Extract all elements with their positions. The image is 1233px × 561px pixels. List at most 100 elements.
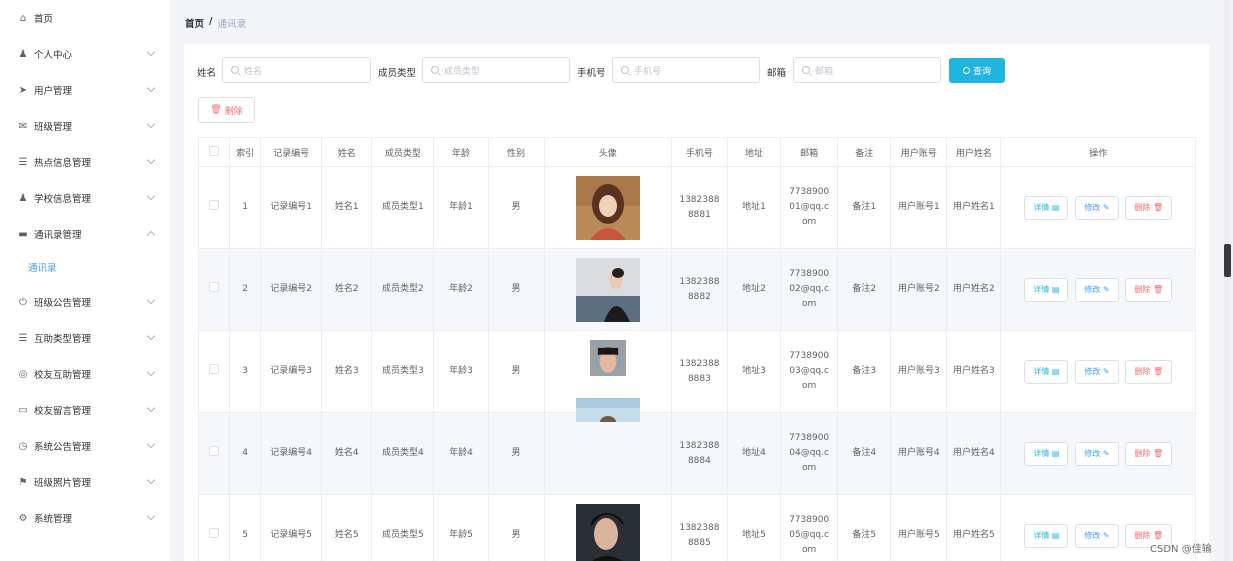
row-select-cell[interactable] bbox=[197, 248, 231, 331]
select-all-cell[interactable] bbox=[197, 137, 231, 167]
chevron-down-icon bbox=[146, 295, 156, 305]
index-cell: 3 bbox=[229, 330, 262, 413]
batch-delete-label: 删除 bbox=[224, 106, 243, 117]
detail-button[interactable]: 详情 ▤ bbox=[1024, 195, 1069, 220]
sidebar-item-hot-info[interactable]: ☰ 热点信息管理 bbox=[0, 144, 170, 180]
name-input[interactable]: 姓名 bbox=[222, 57, 371, 83]
phone-input[interactable]: 手机号 bbox=[612, 57, 760, 83]
email-input[interactable]: 邮箱 bbox=[793, 57, 941, 83]
delete-label: 删除 bbox=[1134, 285, 1151, 294]
email-line: 7738900 bbox=[789, 351, 830, 361]
app-root: ⌂ 首页 ♟ 个人中心 ➤ 用户管理 ✉ 班级管理 ☰ 热点信息管理 ♟ 学校信… bbox=[0, 0, 1233, 561]
table-body: 1 记录编号1 姓名1 成员类型1 年龄1 男 1382388 8881 地址1 bbox=[197, 166, 1196, 561]
chevron-down-icon bbox=[146, 439, 156, 449]
row-select-cell[interactable] bbox=[197, 412, 231, 495]
table-row: 2 记录编号2 姓名2 成员类型2 年龄2 男 1382388 8882 地址2 bbox=[197, 248, 1196, 331]
detail-button[interactable]: 详情 ▤ bbox=[1024, 277, 1069, 302]
page-scrollbar[interactable] bbox=[1224, 0, 1231, 561]
email-line: 01@qq.c bbox=[789, 202, 829, 212]
username-cell: 用户姓名2 bbox=[946, 248, 1002, 331]
chevron-up-icon bbox=[146, 230, 156, 240]
row-checkbox[interactable] bbox=[209, 199, 220, 210]
detail-button[interactable]: 详情 ▤ bbox=[1024, 523, 1069, 548]
sidebar-item-label: 系统公告管理 bbox=[34, 442, 92, 453]
code-cell: 记录编号2 bbox=[260, 248, 323, 331]
row-checkbox[interactable] bbox=[209, 527, 220, 538]
email-line: om bbox=[801, 463, 817, 473]
column-header: 邮箱 bbox=[780, 137, 839, 167]
chevron-down-icon bbox=[146, 83, 156, 93]
sidebar-item-system-management[interactable]: ⚙ 系统管理 bbox=[0, 500, 170, 536]
avatar[interactable] bbox=[575, 397, 640, 422]
row-select-cell[interactable] bbox=[197, 330, 231, 413]
sidebar-item-personal-center[interactable]: ♟ 个人中心 bbox=[0, 36, 170, 72]
avatar[interactable] bbox=[575, 175, 640, 240]
edit-button[interactable]: 修改 ✎ bbox=[1075, 195, 1119, 220]
avatar[interactable] bbox=[576, 339, 640, 376]
delete-button[interactable]: 删除 🗑 bbox=[1125, 359, 1173, 384]
row-select-cell[interactable] bbox=[197, 166, 231, 249]
avatar[interactable] bbox=[575, 257, 640, 322]
breadcrumb-home[interactable]: 首页 bbox=[185, 16, 204, 30]
sidebar-item-class-management[interactable]: ✉ 班级管理 bbox=[0, 108, 170, 144]
sidebar-item-system-notice[interactable]: ◷ 系统公告管理 bbox=[0, 428, 170, 464]
gender-cell: 男 bbox=[488, 248, 545, 331]
name-cell: 姓名3 bbox=[321, 330, 373, 413]
sidebar-item-alumni-message[interactable]: ▭ 校友留言管理 bbox=[0, 392, 170, 428]
sidebar-item-class-notice[interactable]: ⏻ 班级公告管理 bbox=[0, 284, 170, 320]
avatar[interactable] bbox=[575, 503, 640, 561]
address-cell: 地址2 bbox=[727, 248, 782, 331]
delete-button[interactable]: 删除 🗑 bbox=[1125, 277, 1173, 302]
batch-delete-button[interactable]: 🗑 删除 bbox=[198, 97, 255, 123]
member-type-input[interactable]: 成员类型 bbox=[422, 57, 570, 83]
avatar-cell bbox=[544, 397, 672, 495]
sidebar-item-contacts-management[interactable]: ▬ 通讯录管理 bbox=[0, 216, 170, 252]
sidebar-subitem-contacts[interactable]: 通讯录 bbox=[0, 252, 170, 282]
breadcrumb: 首页 / 通讯录 bbox=[185, 16, 246, 30]
row-checkbox[interactable] bbox=[209, 445, 220, 456]
column-header: 用户姓名 bbox=[946, 137, 1002, 167]
delete-button[interactable]: 删除 🗑 bbox=[1125, 195, 1173, 220]
globe-icon: ◎ bbox=[18, 368, 28, 380]
list-icon: ☰ bbox=[18, 156, 28, 168]
edit-button[interactable]: 修改 ✎ bbox=[1075, 523, 1119, 548]
sidebar-item-alumni-help[interactable]: ◎ 校友互助管理 bbox=[0, 356, 170, 392]
edit-button[interactable]: 修改 ✎ bbox=[1075, 441, 1119, 466]
document-icon: ▤ bbox=[1051, 531, 1060, 540]
sidebar-item-school-info[interactable]: ♟ 学校信息管理 bbox=[0, 180, 170, 216]
search-icon bbox=[431, 66, 439, 74]
detail-button[interactable]: 详情 ▤ bbox=[1024, 359, 1069, 384]
note-cell: 备注1 bbox=[837, 166, 892, 249]
email-line: om bbox=[801, 381, 817, 391]
row-checkbox[interactable] bbox=[209, 281, 220, 292]
sidebar-item-help-type[interactable]: ☰ 互助类型管理 bbox=[0, 320, 170, 356]
select-all-checkbox[interactable] bbox=[209, 145, 220, 156]
delete-button[interactable]: 删除 🗑 bbox=[1125, 441, 1173, 466]
sidebar-item-user-management[interactable]: ➤ 用户管理 bbox=[0, 72, 170, 108]
phone-line: 1382388 bbox=[679, 358, 720, 369]
search-icon bbox=[962, 67, 970, 74]
column-header: 手机号 bbox=[671, 137, 728, 167]
phone-line: 8883 bbox=[687, 373, 711, 384]
sidebar-item-class-photos[interactable]: ⚑ 班级照片管理 bbox=[0, 464, 170, 500]
member-type-label: 成员类型 bbox=[378, 68, 417, 79]
phone-placeholder: 手机号 bbox=[634, 66, 662, 77]
menu-icon: ☰ bbox=[18, 332, 28, 344]
row-checkbox[interactable] bbox=[209, 363, 220, 374]
row-select-cell[interactable] bbox=[197, 494, 231, 561]
email-placeholder: 邮箱 bbox=[815, 66, 834, 77]
detail-label: 详情 bbox=[1033, 203, 1050, 212]
username-cell: 用户姓名3 bbox=[946, 330, 1002, 413]
scrollbar-thumb[interactable] bbox=[1224, 244, 1231, 277]
email-cell: 7738900 03@qq.c om bbox=[780, 330, 839, 413]
sidebar-item-home[interactable]: ⌂ 首页 bbox=[0, 0, 170, 36]
age-cell: 年龄1 bbox=[433, 166, 489, 249]
index-cell: 5 bbox=[229, 494, 262, 561]
detail-button[interactable]: 详情 ▤ bbox=[1024, 441, 1069, 466]
delete-label: 删除 bbox=[1134, 531, 1151, 540]
edit-button[interactable]: 修改 ✎ bbox=[1075, 277, 1119, 302]
query-button[interactable]: 查询 bbox=[949, 58, 1005, 83]
email-line: 7738900 bbox=[789, 269, 830, 279]
edit-button[interactable]: 修改 ✎ bbox=[1075, 359, 1119, 384]
chevron-down-icon bbox=[146, 475, 156, 485]
